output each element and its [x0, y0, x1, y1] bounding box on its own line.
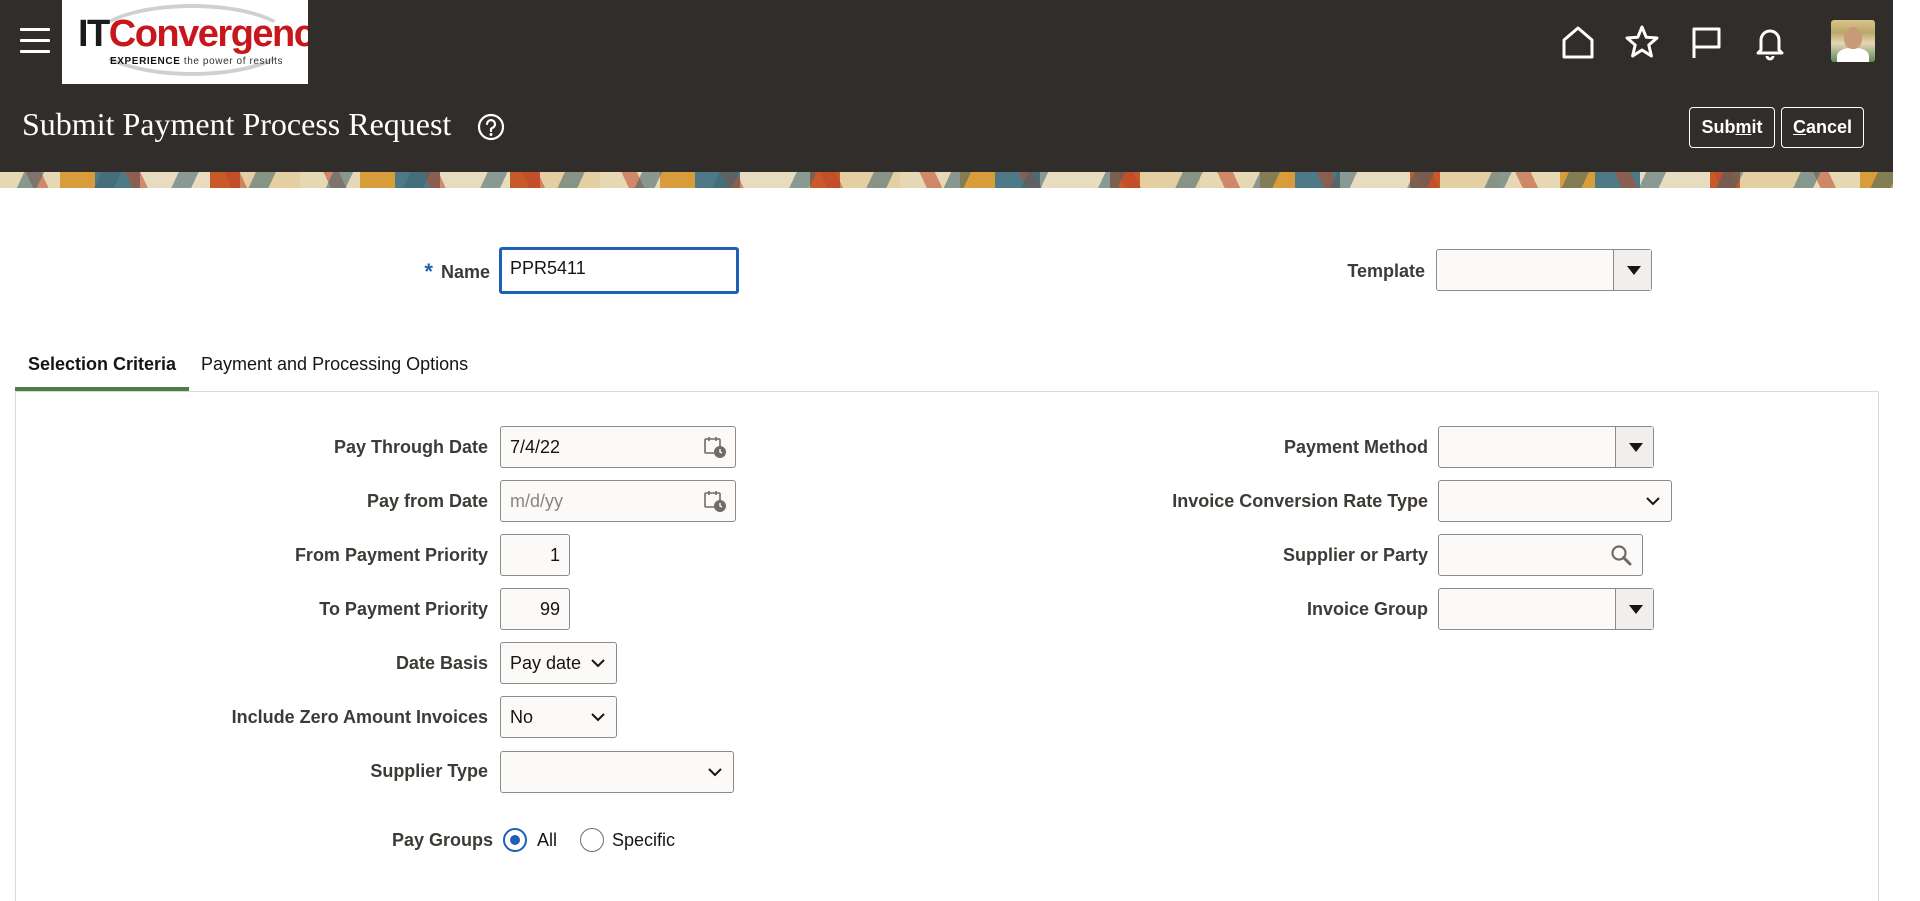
payment-method-label: Payment Method [1283, 437, 1428, 457]
invoice-conversion-rate-type-select[interactable] [1438, 480, 1672, 522]
flag-icon[interactable] [1686, 22, 1726, 62]
tab-selection-criteria[interactable]: Selection Criteria [28, 354, 176, 375]
pay-from-date-placeholder: m/d/yy [510, 491, 564, 511]
submit-button[interactable]: Submit [1689, 107, 1775, 148]
calendar-icon[interactable] [703, 489, 727, 513]
pay-groups-all-radio[interactable] [503, 828, 527, 852]
pay-groups-specific-radio[interactable] [580, 828, 604, 852]
search-icon[interactable] [1610, 544, 1632, 566]
cancel-button[interactable]: Cancel [1781, 107, 1864, 148]
avatar-face [1844, 27, 1862, 49]
invoice-group-label: Invoice Group [1306, 599, 1428, 619]
chevron-down-icon [591, 659, 605, 668]
date-basis-label: Date Basis [395, 653, 488, 673]
supplier-or-party-label: Supplier or Party [1282, 545, 1428, 565]
from-payment-priority-input[interactable]: 1 [500, 534, 570, 576]
favorites-star-icon[interactable] [1622, 22, 1662, 62]
home-icon[interactable] [1558, 22, 1598, 62]
navigator-menu-icon[interactable] [20, 28, 50, 54]
decorative-banner [0, 172, 1893, 188]
payment-method-dropdown-button[interactable] [1615, 427, 1653, 467]
to-payment-priority-label: To Payment Priority [319, 599, 488, 619]
pay-from-date-input[interactable]: m/d/yy [500, 480, 736, 522]
pay-through-date-label: Pay Through Date [333, 437, 488, 457]
avatar-body [1837, 48, 1869, 62]
name-input[interactable]: PPR5411 [499, 247, 739, 294]
supplier-or-party-input[interactable] [1438, 534, 1643, 576]
pay-groups-all-label[interactable]: All [537, 830, 557, 851]
chevron-down-icon [591, 713, 605, 722]
include-zero-amount-label: Include Zero Amount Invoices [231, 707, 488, 727]
calendar-icon[interactable] [703, 435, 727, 459]
pay-groups-label: Pay Groups [391, 830, 493, 850]
pay-through-date-input[interactable]: 7/4/22 [500, 426, 736, 468]
user-avatar[interactable] [1831, 20, 1875, 62]
company-logo[interactable]: ITConvergence EXPERIENCE the power of re… [62, 0, 308, 84]
name-label: * Name [424, 259, 490, 284]
template-dropdown-button[interactable] [1613, 250, 1651, 290]
tab-payment-processing-options[interactable]: Payment and Processing Options [201, 354, 468, 375]
supplier-type-select[interactable] [500, 751, 734, 793]
page-title: Submit Payment Process Request [22, 106, 452, 142]
logo-wordmark: ITConvergence [78, 13, 308, 55]
to-payment-priority-input[interactable]: 99 [500, 588, 570, 630]
global-header: ITConvergence EXPERIENCE the power of re… [0, 0, 1893, 172]
supplier-type-label: Supplier Type [370, 761, 488, 781]
template-label: Template [1347, 261, 1425, 281]
invoice-group-combobox[interactable] [1438, 588, 1654, 630]
date-basis-select[interactable]: Pay date [500, 642, 617, 684]
payment-method-combobox[interactable] [1438, 426, 1654, 468]
notifications-bell-icon[interactable] [1750, 22, 1790, 62]
template-combobox[interactable] [1436, 249, 1652, 291]
pay-groups-specific-label[interactable]: Specific [612, 830, 675, 851]
invoice-conversion-rate-type-label: Invoice Conversion Rate Type [1172, 491, 1428, 511]
required-indicator: * [424, 259, 433, 284]
include-zero-amount-select[interactable]: No [500, 696, 617, 738]
active-tab-indicator [15, 387, 189, 391]
chevron-down-icon [708, 768, 722, 777]
from-payment-priority-label: From Payment Priority [294, 545, 488, 565]
invoice-group-dropdown-button[interactable] [1615, 589, 1653, 629]
chevron-down-icon [1646, 497, 1660, 506]
pay-from-date-label: Pay from Date [366, 491, 488, 511]
help-icon[interactable] [476, 112, 506, 142]
logo-tagline: EXPERIENCE the power of results [110, 56, 284, 67]
